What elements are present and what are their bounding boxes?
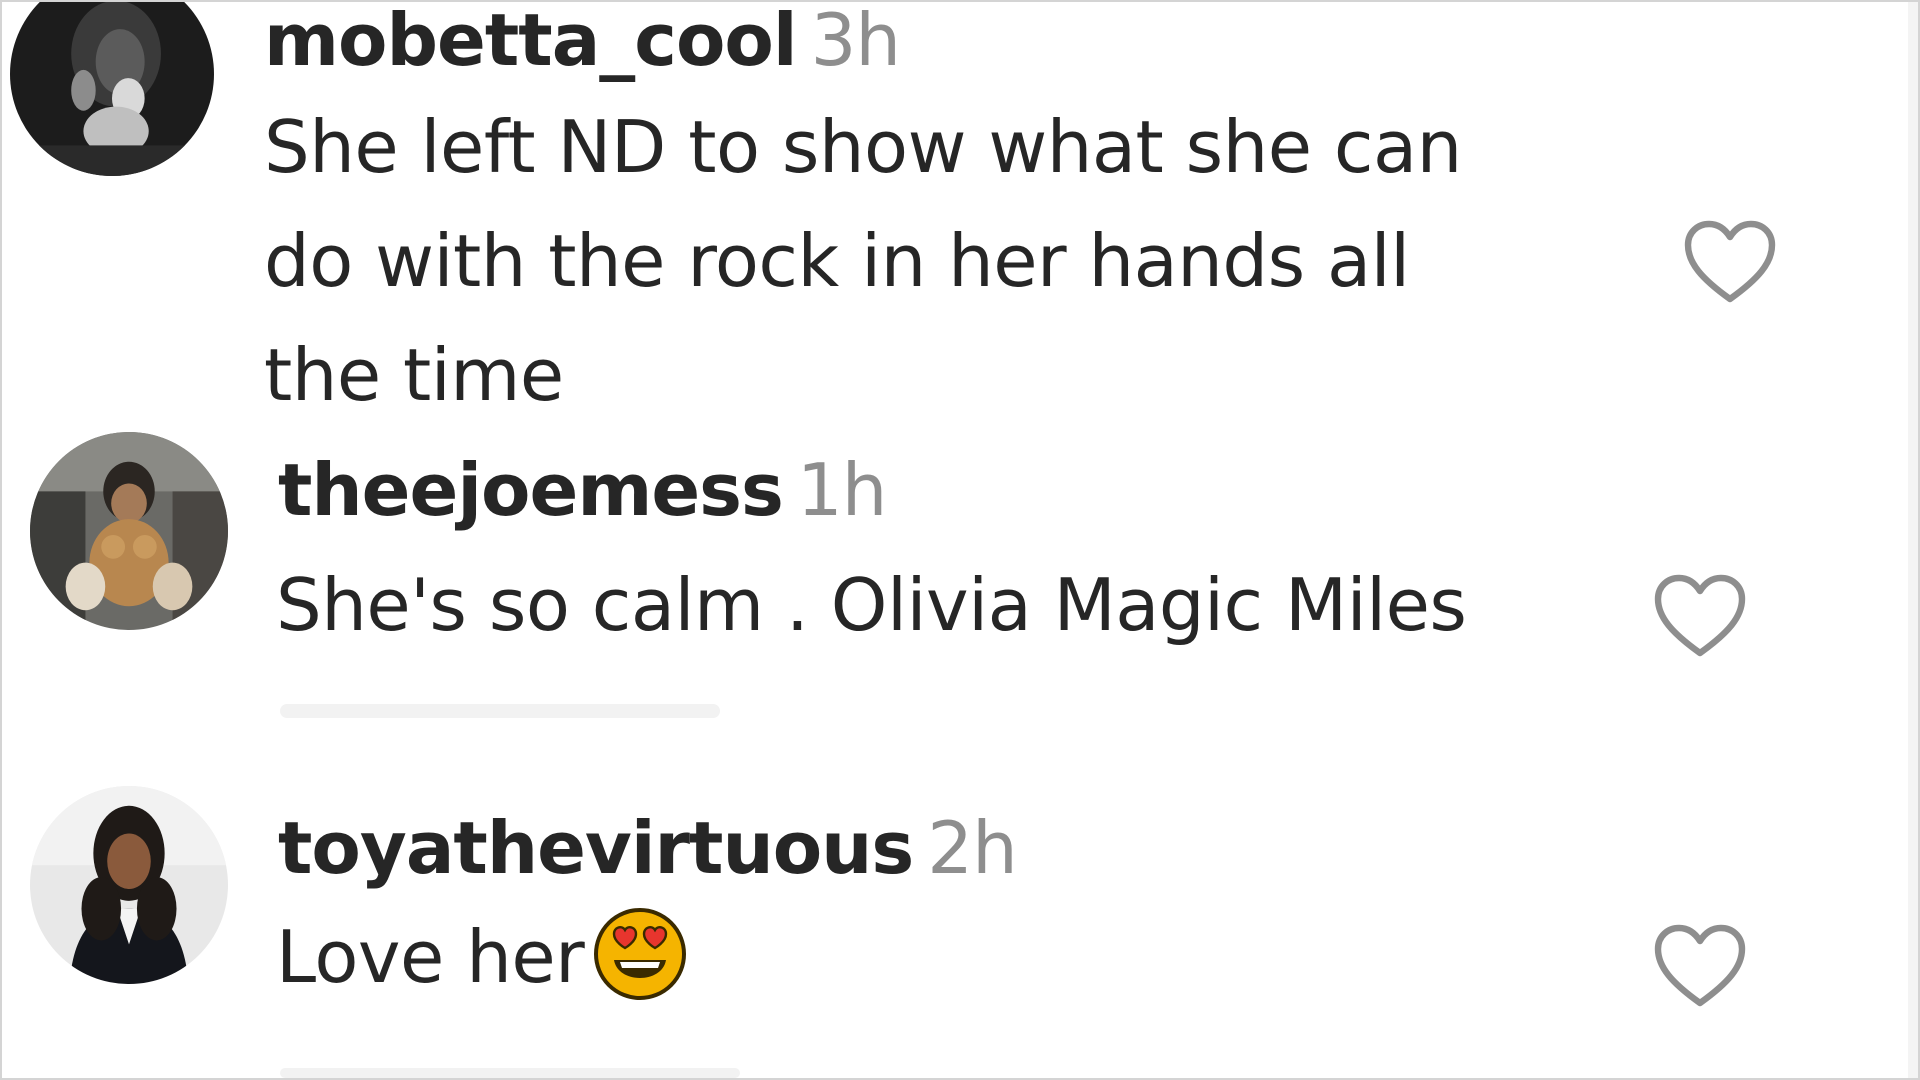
timestamp[interactable]: 1h xyxy=(797,448,887,532)
comment-header: theejoemess 1h xyxy=(278,454,887,526)
comment-text: She's so calm . Olivia Magic Miles xyxy=(276,548,1576,662)
scroll-track[interactable] xyxy=(1908,0,1920,1080)
comment-text-line: do with the rock in her hands all xyxy=(264,219,1410,303)
faded-row xyxy=(280,704,720,718)
timestamp[interactable]: 3h xyxy=(811,0,901,82)
comment-text-line: the time xyxy=(264,333,564,417)
avatar-photo-icon xyxy=(30,786,228,984)
heart-outline-icon xyxy=(1654,924,1746,1007)
username[interactable]: theejoemess xyxy=(278,448,784,532)
username[interactable]: toyathevirtuous xyxy=(278,806,914,890)
comment-text-line: She's so calm . Olivia Magic Miles xyxy=(276,563,1467,647)
comment-text-span: Love her xyxy=(276,915,585,999)
comment-item: toyathevirtuous 2h Love her xyxy=(0,782,1890,1080)
faded-row xyxy=(280,1068,740,1078)
like-button[interactable] xyxy=(1652,922,1748,1012)
comment-text-line: She left ND to show what she can xyxy=(264,105,1462,189)
timestamp[interactable]: 2h xyxy=(927,806,1017,890)
comment-item: theejoemess 1h She's so calm . Olivia Mag… xyxy=(0,430,1890,730)
comment-header: toyathevirtuous 2h xyxy=(278,812,1018,884)
comment-text: She left ND to show what she can do with… xyxy=(264,90,1564,432)
like-button[interactable] xyxy=(1652,572,1748,662)
comment-text: Love her xyxy=(276,900,1576,1014)
heart-outline-icon xyxy=(1654,574,1746,657)
comment-header: mobetta_cool 3h xyxy=(264,4,901,76)
avatar-photo-icon xyxy=(30,432,228,630)
comment-item: mobetta_cool 3h She left ND to show what … xyxy=(0,0,1890,420)
heart-eyes-emoji-icon xyxy=(592,906,688,1002)
avatar[interactable] xyxy=(10,0,214,176)
avatar[interactable] xyxy=(30,432,228,630)
like-button[interactable] xyxy=(1682,218,1778,308)
heart-outline-icon xyxy=(1684,220,1776,303)
avatar[interactable] xyxy=(30,786,228,984)
username[interactable]: mobetta_cool xyxy=(264,0,798,82)
comment-text-line: Love her xyxy=(276,900,1576,1014)
avatar-photo-icon xyxy=(10,0,214,176)
